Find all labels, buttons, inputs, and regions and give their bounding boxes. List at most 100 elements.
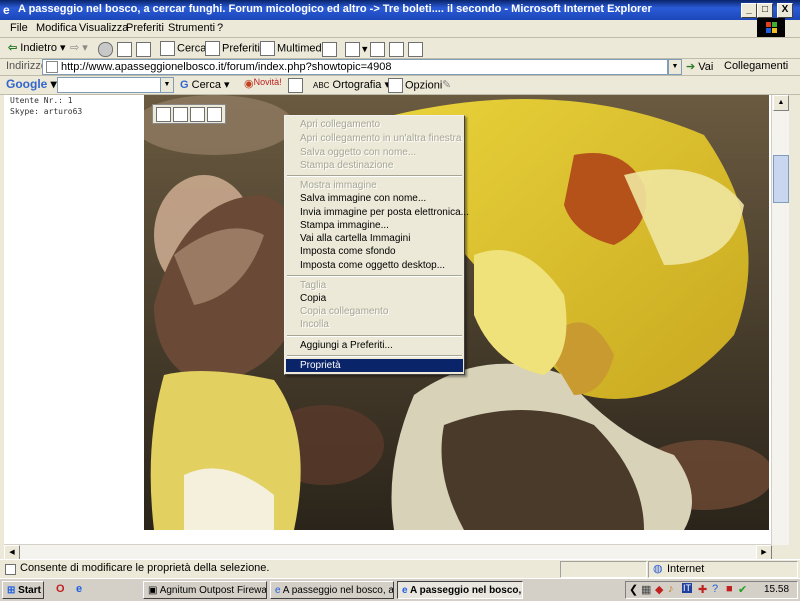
address-dropdown[interactable]: ▼ <box>668 59 682 75</box>
user-info-panel: Utente Nr.: 1 Skype: arturo63 <box>4 95 144 545</box>
home-icon[interactable] <box>136 42 153 57</box>
tray-firewall-icon[interactable]: ◆ <box>655 583 663 596</box>
vertical-scroll-thumb[interactable] <box>773 155 789 203</box>
spellcheck-button[interactable]: ABC Ortografia ▾ <box>313 78 390 91</box>
close-button[interactable]: X <box>777 3 793 18</box>
ctx-copy-link[interactable]: Copia collegamento <box>286 305 463 318</box>
globe-icon: ◍ <box>653 563 663 575</box>
news-button[interactable]: ◉Novità! <box>244 77 282 90</box>
google-logo[interactable]: Google ▾ <box>6 77 57 91</box>
options-button[interactable]: Opzioni <box>388 78 442 93</box>
ctx-set-desktop-item[interactable]: Imposta come oggetto desktop... <box>286 259 463 272</box>
title-bar[interactable]: e A passeggio nel bosco, a cercar funghi… <box>0 0 800 20</box>
standard-toolbar: ⇦ Indietro ▾ ⇨ ▾ Cerca Preferiti Multime… <box>0 38 800 59</box>
google-toolbar: Google ▾ ▼ G Cerca ▾ ◉Novità! ABC Ortogr… <box>0 76 800 95</box>
start-label: Start <box>18 585 41 596</box>
ctx-cut[interactable]: Taglia <box>286 279 463 292</box>
ctx-open-link-new-window[interactable]: Apri collegamento in un'altra finestra <box>286 132 463 145</box>
spellcheck-label: Ortografia <box>332 79 382 91</box>
ctx-goto-pictures[interactable]: Vai alla cartella Immagini <box>286 232 463 245</box>
task-browser-2[interactable]: e A passeggio nel bosco,... <box>397 581 523 599</box>
ctx-set-background[interactable]: Imposta come sfondo <box>286 245 463 258</box>
status-page-icon <box>5 563 18 575</box>
ctx-copy[interactable]: Copia <box>286 292 463 305</box>
print-icon[interactable] <box>370 42 387 57</box>
menu-file[interactable]: File <box>10 22 28 34</box>
tray-network-icon[interactable]: ▦ <box>641 583 651 596</box>
ctx-show-image[interactable]: Mostra immagine <box>286 179 463 192</box>
google-search-input[interactable] <box>57 77 161 93</box>
go-button[interactable]: ➔ Vai <box>686 60 713 73</box>
windows-flag-icon: ⊞ <box>7 585 16 596</box>
menu-preferiti[interactable]: Preferiti <box>126 22 164 34</box>
tray-language-badge[interactable]: IT <box>682 583 692 593</box>
multimedia-button[interactable]: Multimedia <box>260 41 330 56</box>
menu-modifica[interactable]: Modifica <box>36 22 77 34</box>
google-logo-text: Google <box>6 77 48 91</box>
tray-antivirus-icon[interactable]: ✚ <box>698 583 707 596</box>
search-button[interactable]: Cerca <box>160 41 206 56</box>
pencil-icon[interactable]: ✎ <box>442 78 451 91</box>
task-label: Agnitum Outpost Firewall ... <box>159 585 267 596</box>
vertical-scrollbar[interactable]: ▲ <box>771 95 789 545</box>
ctx-save-image[interactable]: Salva immagine con nome... <box>286 192 463 205</box>
task-browser-1[interactable]: e A passeggio nel bosco, a ... <box>270 581 394 599</box>
ctx-save-target[interactable]: Salva oggetto con nome... <box>286 146 463 159</box>
ie-icon[interactable]: e <box>3 3 16 17</box>
history-icon[interactable] <box>322 42 339 57</box>
stop-icon[interactable] <box>98 42 115 57</box>
ctx-paste[interactable]: Incolla <box>286 318 463 331</box>
news-label: Novità! <box>253 77 282 87</box>
google-search-button[interactable]: G Cerca ▾ <box>180 78 230 91</box>
tray-arrow-icon[interactable]: ❮ <box>629 583 638 596</box>
opera-icon[interactable]: O <box>56 583 65 595</box>
tray-check-icon[interactable]: ✔ <box>738 583 747 596</box>
status-bar: Consente di modificare le proprietà dell… <box>0 559 800 578</box>
ctx-email-image[interactable]: Invia immagine per posta elettronica... <box>286 206 469 219</box>
image-toolbar <box>152 104 226 124</box>
menu-help[interactable]: ? <box>217 22 223 34</box>
favorites-label: Preferiti <box>222 42 260 55</box>
edit-icon[interactable] <box>389 42 406 57</box>
menu-strumenti[interactable]: Strumenti <box>168 22 215 34</box>
back-button[interactable]: ⇦ Indietro ▾ <box>8 41 66 54</box>
start-button[interactable]: ⊞ Start <box>2 581 44 599</box>
links-button[interactable]: Collegamenti <box>724 60 788 72</box>
minimize-button[interactable]: _ <box>741 3 757 18</box>
mail-icon[interactable]: ▾ <box>345 42 368 57</box>
ctx-separator <box>287 175 462 177</box>
google-search-dropdown[interactable]: ▼ <box>160 77 174 93</box>
favorites-icon <box>205 41 220 56</box>
ie-task-icon: e <box>402 585 408 596</box>
tray-volume-icon[interactable]: ♪ <box>668 583 674 595</box>
tray-alert-icon[interactable]: ■ <box>726 583 733 595</box>
google-search-label: Cerca <box>191 79 221 91</box>
ctx-properties[interactable]: Proprietà <box>286 359 463 372</box>
tray-help-icon[interactable]: ? <box>712 583 718 595</box>
ctx-open-link[interactable]: Apri collegamento <box>286 118 463 131</box>
task-outpost-firewall[interactable]: ▣ Agnitum Outpost Firewall ... <box>143 581 267 599</box>
print-image-icon[interactable] <box>173 107 190 122</box>
taskbar: ⊞ Start O e ▣ Agnitum Outpost Firewall .… <box>0 578 800 601</box>
forward-button[interactable]: ⇨ ▾ <box>70 41 88 54</box>
address-input[interactable]: http://www.apasseggionelbosco.it/forum/i… <box>42 59 668 75</box>
maximize-button[interactable]: □ <box>757 3 773 18</box>
discuss-icon[interactable] <box>408 42 425 57</box>
refresh-icon[interactable] <box>117 42 134 57</box>
save-image-icon[interactable] <box>156 107 173 122</box>
ie-quicklaunch-icon[interactable]: e <box>76 583 82 595</box>
scroll-up-button[interactable]: ▲ <box>773 95 789 111</box>
popup-blocker-icon[interactable] <box>288 78 305 93</box>
ctx-print-target[interactable]: Stampa destinazione <box>286 159 463 172</box>
horizontal-scrollbar[interactable]: ◀ ▶ <box>4 544 772 561</box>
back-arrow-icon: ⇦ <box>8 42 18 54</box>
ctx-print-image[interactable]: Stampa immagine... <box>286 219 463 232</box>
context-menu: Apri collegamento Apri collegamento in u… <box>284 115 469 375</box>
my-pictures-icon[interactable] <box>207 107 224 122</box>
favorites-button[interactable]: Preferiti <box>205 41 260 56</box>
ctx-add-favorites[interactable]: Aggiungi a Preferiti... <box>286 339 463 352</box>
menu-visualizza[interactable]: Visualizza <box>79 22 128 34</box>
clock[interactable]: 15.58 <box>764 584 789 595</box>
email-image-icon[interactable] <box>190 107 207 122</box>
forward-arrow-icon: ⇨ ▾ <box>70 42 88 54</box>
